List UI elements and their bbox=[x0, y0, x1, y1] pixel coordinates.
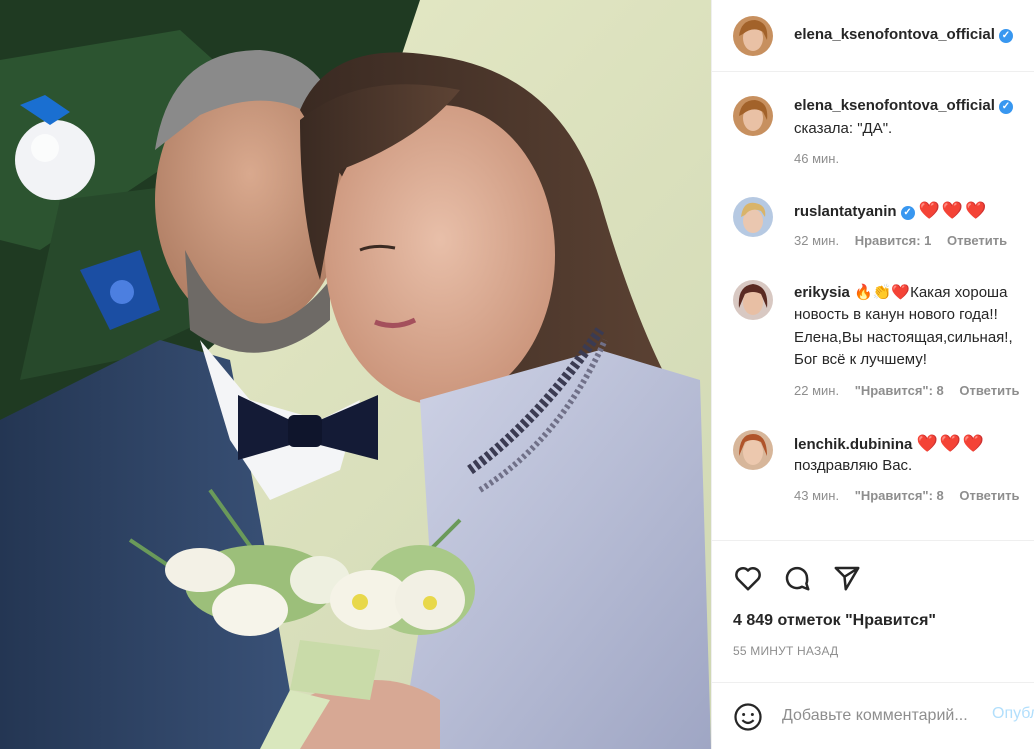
comment-avatar[interactable] bbox=[733, 197, 773, 237]
comment-text-line2: новость в канун нового года!! bbox=[794, 306, 998, 323]
comment-likes[interactable]: Нравится: 1 bbox=[855, 233, 932, 248]
comment-meta: 22 мин. "Нравится": 8 Ответить bbox=[794, 383, 1019, 398]
comment-text-line4: Бог всё к лучшему! bbox=[794, 351, 927, 368]
verified-badge-icon: ✓ bbox=[998, 100, 1013, 114]
post-side-panel: elena_ksenofontova_official ✓ elena_kseno… bbox=[711, 0, 1034, 749]
author-avatar-image bbox=[733, 16, 773, 56]
comment-input[interactable] bbox=[782, 703, 987, 729]
post-header: elena_ksenofontova_official ✓ bbox=[712, 0, 1034, 72]
caption-avatar[interactable] bbox=[733, 96, 773, 136]
heart-icon[interactable] bbox=[733, 563, 763, 598]
smiley-icon[interactable] bbox=[733, 702, 763, 737]
caption-avatar-image bbox=[733, 96, 773, 136]
comment-username-text[interactable]: lenchik.dubinina bbox=[794, 436, 912, 453]
publish-button[interactable]: Опубликовать bbox=[992, 705, 1034, 723]
comment-username[interactable]: lenchik.dubinina ❤️❤️❤️ bbox=[794, 434, 986, 454]
verified-badge-icon: ✓ bbox=[998, 29, 1013, 43]
comment-likes[interactable]: "Нравится": 8 bbox=[855, 488, 944, 503]
reply-button[interactable]: Ответить bbox=[959, 383, 1019, 398]
likes-count[interactable]: 4 849 отметок "Нравится" bbox=[733, 612, 936, 630]
caption-username-text[interactable]: elena_ksenofontova_official bbox=[794, 97, 995, 114]
comment-text-line3: Елена,Вы настоящая,сильная!, bbox=[794, 329, 1013, 346]
verified-badge-icon: ✓ bbox=[900, 206, 915, 220]
heart-emoji: ❤️❤️❤️ bbox=[916, 434, 987, 453]
comment-text-line1: Какая хороша bbox=[910, 284, 1008, 301]
comment-meta: 32 мин. Нравится: 1 Ответить bbox=[794, 233, 1007, 248]
post-photo[interactable] bbox=[0, 0, 711, 749]
comment-meta: 43 мин. "Нравится": 8 Ответить bbox=[794, 488, 1019, 503]
reply-button[interactable]: Ответить bbox=[959, 488, 1019, 503]
comment-avatar-image bbox=[733, 197, 773, 237]
comment-avatar[interactable] bbox=[733, 280, 773, 320]
send-icon[interactable] bbox=[832, 563, 862, 598]
comment-likes[interactable]: "Нравится": 8 bbox=[855, 383, 944, 398]
post-date[interactable]: 55 МИНУТ НАЗАД bbox=[733, 644, 838, 658]
comment-avatar[interactable] bbox=[733, 430, 773, 470]
author-avatar[interactable] bbox=[733, 16, 773, 56]
comment-username[interactable]: ruslantatyanin ✓ ❤️❤️❤️ bbox=[794, 201, 988, 221]
comment-line: erikysia 🔥👏❤️Какая хороша bbox=[794, 282, 1007, 304]
add-comment-bar: Опубликовать bbox=[712, 682, 1034, 749]
fire-clap-heart-emoji: 🔥👏❤️ bbox=[854, 284, 911, 301]
comment-time[interactable]: 43 мин. bbox=[794, 488, 839, 503]
comment-avatar-image bbox=[733, 430, 773, 470]
comment-time[interactable]: 32 мин. bbox=[794, 233, 839, 248]
reply-button[interactable]: Ответить bbox=[947, 233, 1007, 248]
caption-text: сказала: "ДА". bbox=[794, 120, 893, 137]
caption-time[interactable]: 46 мин. bbox=[794, 151, 839, 166]
comment-avatar-image bbox=[733, 280, 773, 320]
heart-emoji: ❤️❤️❤️ bbox=[918, 201, 989, 220]
wedding-photo-illustration bbox=[0, 0, 711, 749]
comment-text: поздравляю Вас. bbox=[794, 457, 913, 474]
post-actions bbox=[712, 540, 1034, 680]
comment-username-text[interactable]: ruslantatyanin bbox=[794, 203, 897, 220]
caption-username[interactable]: elena_ksenofontova_official ✓ bbox=[794, 97, 1013, 114]
author-username-text[interactable]: elena_ksenofontova_official bbox=[794, 26, 995, 43]
comment-username[interactable]: erikysia bbox=[794, 284, 850, 301]
comment-icon[interactable] bbox=[782, 563, 812, 598]
author-username[interactable]: elena_ksenofontova_official ✓ bbox=[794, 26, 1013, 43]
comment-time[interactable]: 22 мин. bbox=[794, 383, 839, 398]
